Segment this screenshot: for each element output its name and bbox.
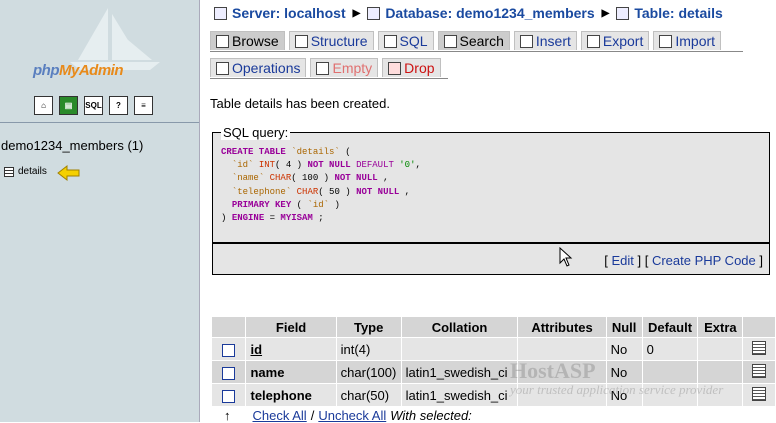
column-header-extra: Extra: [698, 317, 743, 337]
search-icon: [443, 34, 457, 48]
tab-drop[interactable]: Drop: [382, 58, 441, 77]
tab-divider: [210, 51, 743, 52]
success-message: Table details has been created.: [210, 96, 390, 111]
breadcrumb-table[interactable]: Table: details: [616, 5, 723, 21]
with-selected-label: With selected:: [390, 408, 472, 423]
field-name[interactable]: id: [246, 338, 336, 360]
bulk-actions-bar: ↑ Check All / Uncheck All With selected:: [224, 408, 472, 423]
field-null: No: [606, 338, 642, 360]
browse-distinct-icon[interactable]: [752, 363, 767, 378]
row-checkbox[interactable]: [222, 366, 236, 380]
field-attributes: [518, 338, 606, 360]
browse-distinct-icon[interactable]: [752, 340, 767, 355]
browse-icon: [216, 34, 229, 48]
sidebar-database-link[interactable]: demo1234_members (1): [1, 138, 143, 153]
sidebar-divider: [0, 122, 199, 123]
row-checkbox[interactable]: [222, 389, 236, 403]
sql-icon[interactable]: SQL: [84, 96, 103, 115]
breadcrumb: Server: localhost ▶ Database: demo1234_m…: [214, 5, 723, 21]
breadcrumb-server[interactable]: Server: localhost: [214, 5, 346, 21]
insert-icon: [519, 34, 533, 48]
column-header-collation: Collation: [401, 317, 518, 337]
sidebar-item-label: details: [18, 166, 47, 177]
edit-link[interactable]: Edit: [611, 253, 633, 268]
tab-sql[interactable]: SQL: [377, 31, 434, 50]
field-name: telephone: [246, 384, 336, 406]
column-header-type: Type: [336, 317, 401, 337]
tab-import[interactable]: Import: [653, 31, 722, 50]
empty-icon: [316, 61, 330, 75]
table-header-row: Field Type Collation Attributes Null Def…: [212, 317, 775, 337]
chevron-right-icon: ▶: [601, 7, 610, 19]
hostasp-watermark: HostASP your trusted application service…: [510, 358, 724, 397]
phpmyadmin-logo[interactable]: phpMyAdmin: [0, 0, 199, 88]
field-name: name: [246, 361, 336, 383]
field-default: 0: [642, 338, 698, 360]
sql-query-actions: [ Edit ] [ Create PHP Code ]: [212, 243, 770, 275]
browse-distinct-icon[interactable]: [752, 386, 767, 401]
query-window-icon[interactable]: ▤: [59, 96, 78, 115]
table-icon: [616, 6, 630, 20]
left-navigation-frame: phpMyAdmin ⌂ ▤ SQL ? ≡ demo1234_members …: [0, 0, 200, 422]
row-checkbox[interactable]: [222, 343, 236, 357]
uncheck-all-link[interactable]: Uncheck All: [318, 408, 386, 423]
sql-query-code: CREATE TABLE `details` ( `id` INT( 4 ) N…: [221, 147, 421, 224]
sql-icon: [383, 34, 397, 48]
chevron-right-icon: ▶: [352, 7, 361, 19]
field-type: int(4): [336, 338, 401, 360]
column-header-field: Field: [246, 317, 336, 337]
server-icon: [214, 6, 227, 20]
check-all-link[interactable]: Check All: [253, 408, 307, 423]
logo-text: phpMyAdmin: [33, 62, 124, 79]
field-extra: [698, 338, 743, 360]
create-php-code-link[interactable]: Create PHP Code: [652, 253, 756, 268]
column-header-attributes: Attributes: [518, 317, 606, 337]
tab-insert[interactable]: Insert: [513, 31, 577, 50]
import-icon: [659, 34, 673, 48]
arrow-up-icon: ↑: [224, 408, 231, 423]
export-icon: [586, 34, 600, 48]
field-collation: latin1_swedish_ci: [401, 361, 518, 383]
home-icon[interactable]: ⌂: [34, 96, 53, 115]
sidebar-icon-bar: ⌂ ▤ SQL ? ≡: [34, 96, 153, 115]
tab-operations[interactable]: Operations: [210, 58, 307, 77]
tab-browse[interactable]: Browse: [210, 31, 285, 50]
breadcrumb-database[interactable]: Database: demo1234_members: [367, 5, 595, 21]
field-collation: [401, 338, 518, 360]
tab-empty[interactable]: Empty: [310, 58, 379, 77]
field-type: char(50): [336, 384, 401, 406]
main-content-frame: Server: localhost ▶ Database: demo1234_m…: [210, 0, 776, 423]
table-icon: [4, 166, 14, 177]
mouse-cursor-icon: [559, 247, 573, 267]
field-type: char(100): [336, 361, 401, 383]
tab-search[interactable]: Search: [437, 31, 510, 50]
link-separator: /: [310, 408, 315, 423]
database-icon: [367, 6, 381, 20]
tab-structure[interactable]: Structure: [288, 31, 374, 50]
docs-icon[interactable]: ?: [109, 96, 128, 115]
drop-icon: [388, 61, 402, 75]
arrow-left-icon: [57, 164, 80, 182]
sql-query-links: [ Edit ] [ Create PHP Code ]: [604, 253, 763, 268]
sql-query-legend: SQL query:: [221, 125, 291, 140]
table-row: id int(4) No 0: [212, 338, 775, 360]
field-collation: latin1_swedish_ci: [401, 384, 518, 406]
tab-divider: [210, 78, 448, 79]
structure-icon: [294, 34, 308, 48]
tab-row-primary: Browse Structure SQL Search Insert Expor…: [210, 31, 722, 50]
tab-export[interactable]: Export: [580, 31, 650, 50]
column-header-null: Null: [606, 317, 642, 337]
sidebar-item-details[interactable]: details: [4, 166, 47, 177]
operations-icon: [216, 61, 229, 75]
changelog-icon[interactable]: ≡: [134, 96, 153, 115]
sql-query-box: SQL query: CREATE TABLE `details` ( `id`…: [212, 125, 770, 243]
tab-row-secondary: Operations Empty Drop: [210, 58, 441, 77]
column-header-default: Default: [642, 317, 698, 337]
